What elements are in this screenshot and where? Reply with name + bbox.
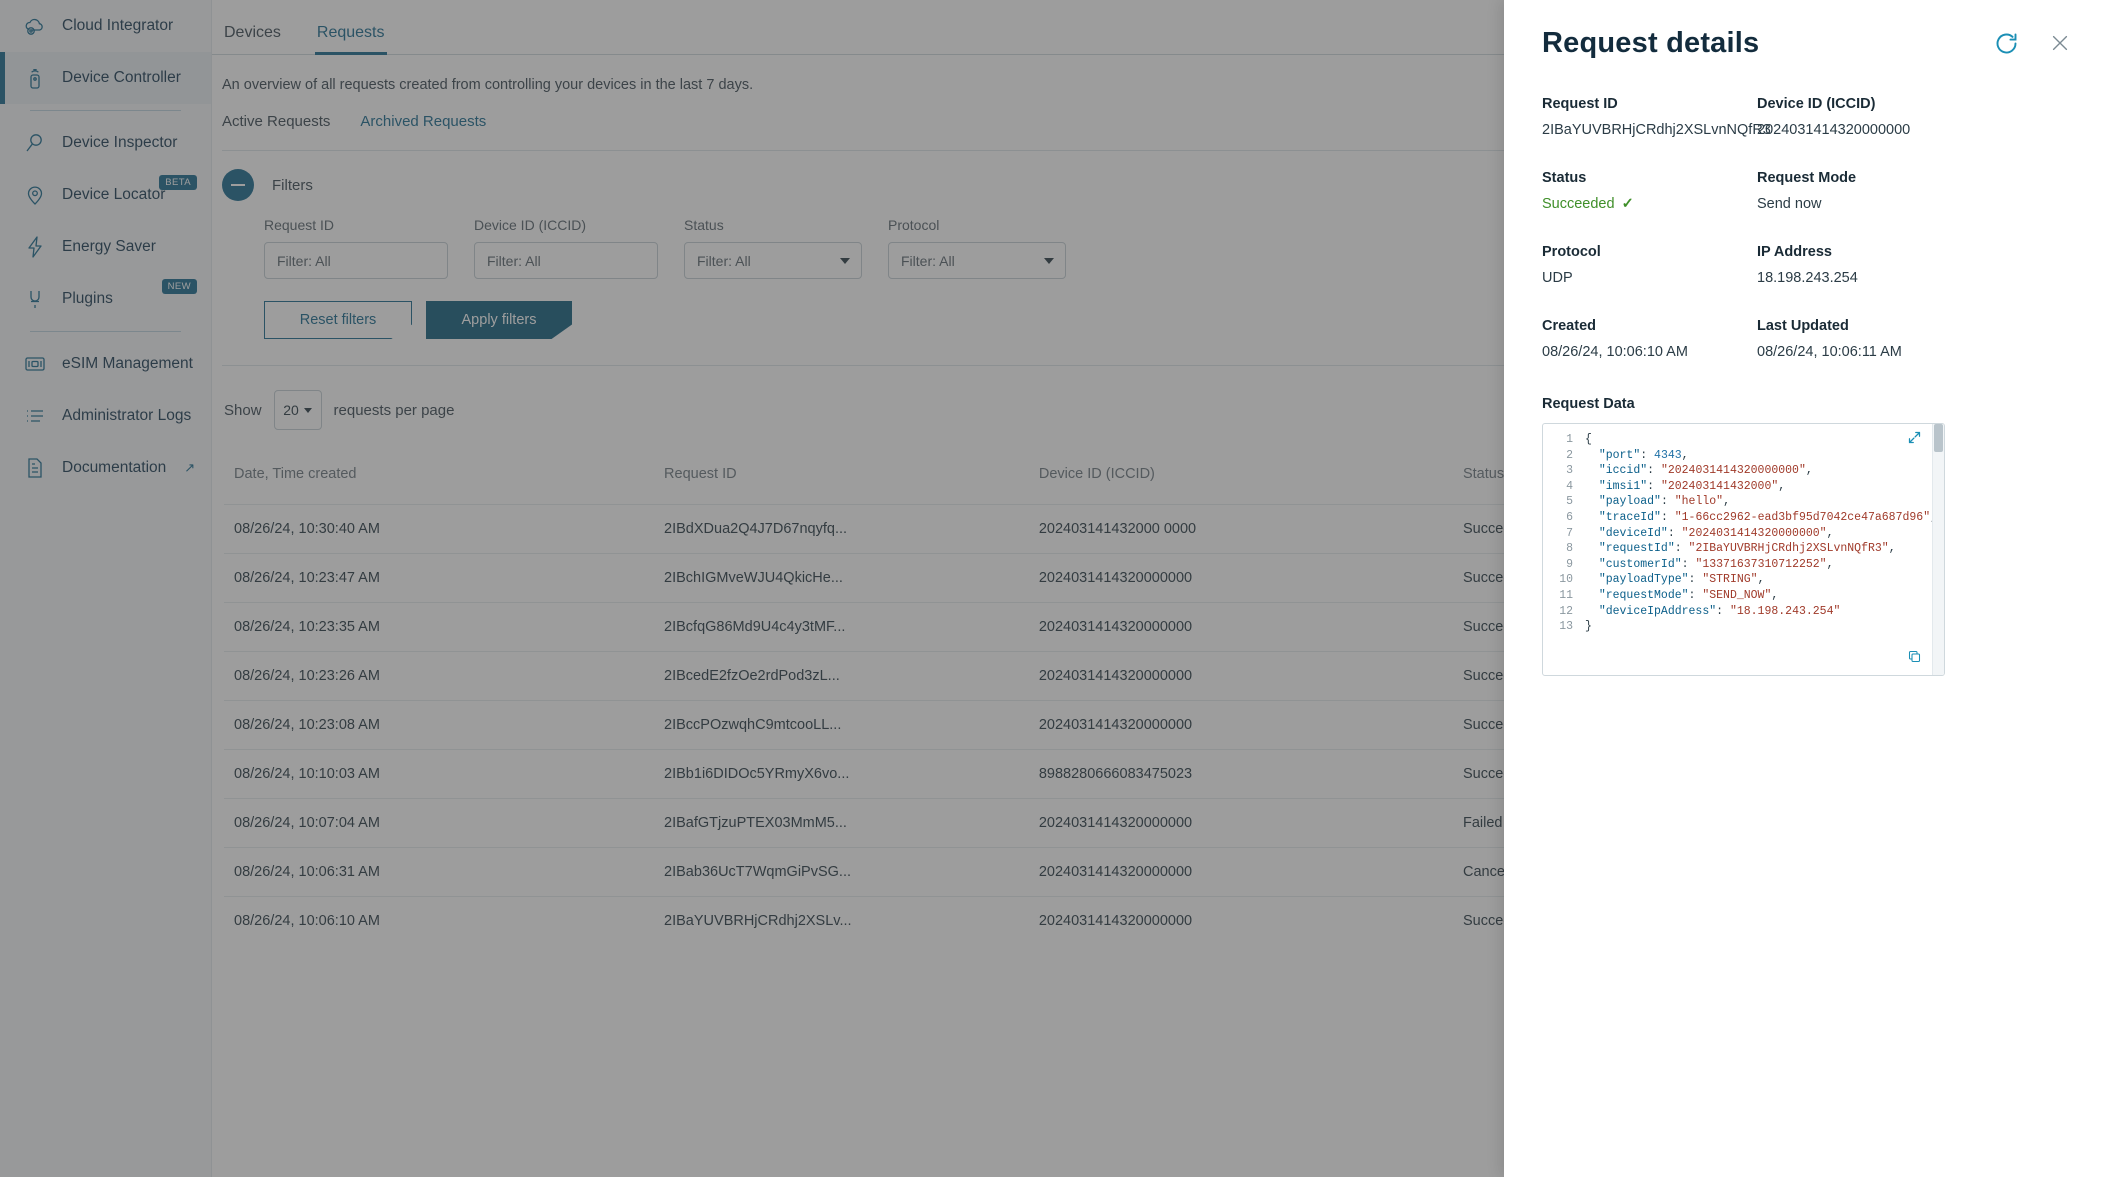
code-scrollbar-thumb[interactable] bbox=[1934, 424, 1943, 452]
field-label-request-id: Request ID bbox=[1542, 96, 1757, 122]
code-content[interactable]: { "port": 4343, "iccid": "20240314143200… bbox=[1581, 424, 1944, 675]
field-label-ip-address: IP Address bbox=[1757, 244, 2077, 270]
field-value-created: 08/26/24, 10:06:10 AM bbox=[1542, 344, 1757, 392]
request-details-drawer: Request details Request ID Device ID (IC… bbox=[1504, 0, 2107, 1177]
request-data-label: Request Data bbox=[1542, 396, 2077, 412]
status-text: Succeeded bbox=[1542, 196, 1615, 212]
expand-icon[interactable] bbox=[1907, 430, 1922, 448]
field-value-last-updated: 08/26/24, 10:06:11 AM bbox=[1757, 344, 2077, 392]
request-detail-fields: Request ID Device ID (ICCID) 2IBaYUVBRHj… bbox=[1542, 96, 2077, 392]
drawer-header: Request details bbox=[1542, 26, 2077, 60]
field-value-device-id: 2024031414320000000 bbox=[1757, 122, 2077, 170]
code-line-numbers: 12345678910111213 bbox=[1543, 424, 1581, 675]
code-scrollbar[interactable] bbox=[1932, 424, 1944, 675]
copy-icon[interactable] bbox=[1907, 649, 1922, 667]
field-value-protocol: UDP bbox=[1542, 270, 1757, 318]
close-icon[interactable] bbox=[2043, 26, 2077, 60]
field-label-device-id: Device ID (ICCID) bbox=[1757, 96, 2077, 122]
field-value-status: Succeeded ✓ bbox=[1542, 196, 1757, 244]
field-label-status: Status bbox=[1542, 170, 1757, 196]
field-label-protocol: Protocol bbox=[1542, 244, 1757, 270]
refresh-icon[interactable] bbox=[1989, 26, 2023, 60]
field-value-request-id: 2IBaYUVBRHjCRdhj2XSLvnNQfR3 bbox=[1542, 122, 1757, 170]
request-data-code-block[interactable]: 12345678910111213 { "port": 4343, "iccid… bbox=[1542, 423, 1945, 676]
check-icon: ✓ bbox=[1622, 196, 1634, 212]
field-label-created: Created bbox=[1542, 318, 1757, 344]
field-value-request-mode: Send now bbox=[1757, 196, 2077, 244]
drawer-title: Request details bbox=[1542, 27, 1989, 60]
field-label-request-mode: Request Mode bbox=[1757, 170, 2077, 196]
field-label-last-updated: Last Updated bbox=[1757, 318, 2077, 344]
field-value-ip-address: 18.198.243.254 bbox=[1757, 270, 2077, 318]
